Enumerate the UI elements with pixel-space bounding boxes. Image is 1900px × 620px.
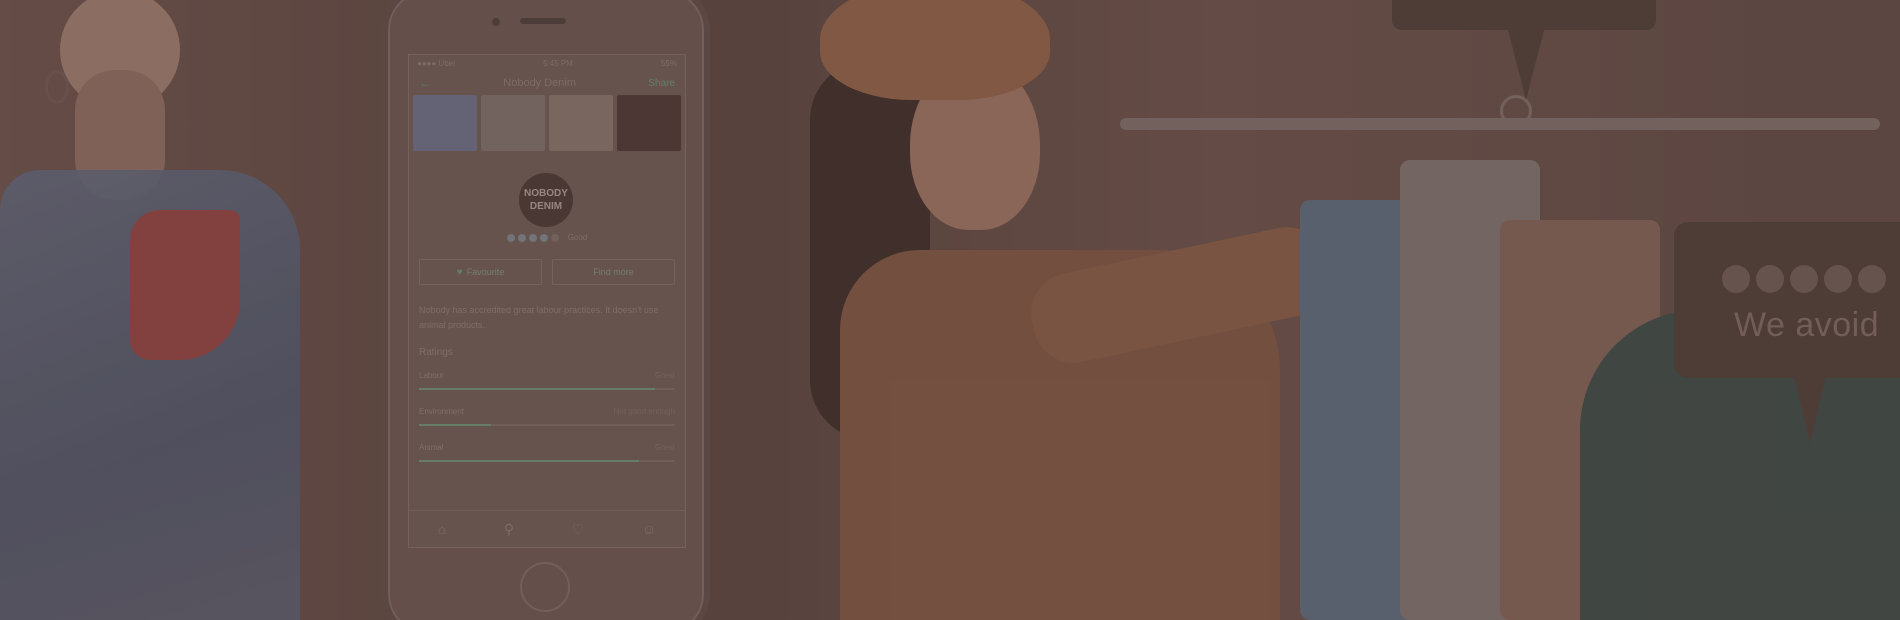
progress-fill xyxy=(419,388,655,390)
gallery-image[interactable] xyxy=(413,95,477,151)
earring xyxy=(45,70,69,104)
rating-item-labour: Labour Great xyxy=(419,371,675,407)
rating-item-label: Labour xyxy=(419,371,444,380)
phone-speaker xyxy=(520,18,566,24)
profile-icon[interactable]: ☺ xyxy=(642,521,656,537)
bubble-rating-dots xyxy=(1722,265,1886,293)
find-more-label: Find more xyxy=(593,267,634,277)
rating-item-environment: Environment Not good enough xyxy=(419,407,675,443)
search-icon[interactable]: ⚲ xyxy=(504,521,514,538)
bubble-dot xyxy=(1756,265,1784,293)
share-button[interactable]: Share xyxy=(648,78,675,89)
red-top xyxy=(130,210,240,360)
rating-label: Good xyxy=(567,233,588,242)
progress-fill xyxy=(419,424,491,426)
phone-mockup: ●●●● Ubel 5:45 PM 55% ← Nobody Denim Sha… xyxy=(388,0,704,620)
rating-item-label: Environment xyxy=(419,407,464,416)
model-photo-center xyxy=(800,0,1337,620)
rating-dot xyxy=(550,233,559,242)
heart-icon: ♥ xyxy=(456,266,463,278)
gallery-image[interactable] xyxy=(481,95,545,151)
progress-track xyxy=(419,460,675,462)
home-button xyxy=(520,562,570,612)
rating-item-animal: Animal Great xyxy=(419,443,675,479)
time-text: 5:45 PM xyxy=(543,58,573,68)
model-hat xyxy=(820,0,1050,100)
favourite-button[interactable]: ♥ Favourite xyxy=(419,259,542,285)
home-icon[interactable]: ⌂ xyxy=(438,521,446,537)
progress-track xyxy=(419,388,675,390)
hero-banner: ●●●● Ubel 5:45 PM 55% ← Nobody Denim Sha… xyxy=(0,0,1900,620)
bubble-dot xyxy=(1722,265,1750,293)
model-photo-left xyxy=(0,0,370,620)
arrow-left-icon[interactable]: ← xyxy=(419,76,431,90)
bubble-dot xyxy=(1790,265,1818,293)
progress-fill xyxy=(419,460,640,462)
carrier-text: ●●●● Ubel xyxy=(417,58,456,68)
brand-description: Nobody has accredited great labour pract… xyxy=(419,305,659,330)
action-buttons: ♥ Favourite Find more xyxy=(419,259,675,285)
brand-gallery xyxy=(409,95,685,151)
nav-bar: ← Nobody Denim Share xyxy=(409,71,685,95)
rating-item-value: Great xyxy=(654,443,675,452)
bubble-dot xyxy=(1858,265,1886,293)
speech-bubble-tail xyxy=(1508,30,1544,100)
heart-icon[interactable]: ♡ xyxy=(572,521,585,538)
nav-title: Nobody Denim xyxy=(503,77,577,89)
bubble-dot xyxy=(1824,265,1852,293)
rating-dot xyxy=(517,233,526,242)
tab-bar: ⌂ ⚲ ♡ ☺ xyxy=(409,510,685,547)
rating-dot xyxy=(528,233,537,242)
rating-item-label: Animal xyxy=(419,443,444,452)
clothing-rail xyxy=(1120,118,1880,130)
speech-bubble-top xyxy=(1392,0,1656,30)
gallery-image[interactable] xyxy=(549,95,613,151)
bubble-text: We avoid xyxy=(1734,306,1880,344)
rating-item-value: Not good enough xyxy=(613,407,675,416)
ratings-heading: Ratings xyxy=(419,347,453,358)
favourite-label: Favourite xyxy=(466,267,505,277)
speech-bubble-tail xyxy=(1794,376,1826,444)
find-more-button[interactable]: Find more xyxy=(552,259,675,285)
battery-text: 55% xyxy=(660,58,677,68)
rating-dot xyxy=(506,233,515,242)
gallery-image[interactable] xyxy=(617,95,681,151)
status-bar: ●●●● Ubel 5:45 PM 55% xyxy=(409,55,685,71)
rating-item-value: Great xyxy=(654,371,675,380)
app-screen: ●●●● Ubel 5:45 PM 55% ← Nobody Denim Sha… xyxy=(408,54,686,548)
speech-bubble-right xyxy=(1674,222,1900,378)
brand-rating: Good xyxy=(409,233,685,242)
rating-dot xyxy=(539,233,548,242)
brand-logo: NOBODY DENIM xyxy=(519,173,573,227)
phone-camera xyxy=(492,18,500,26)
progress-track xyxy=(419,424,675,426)
